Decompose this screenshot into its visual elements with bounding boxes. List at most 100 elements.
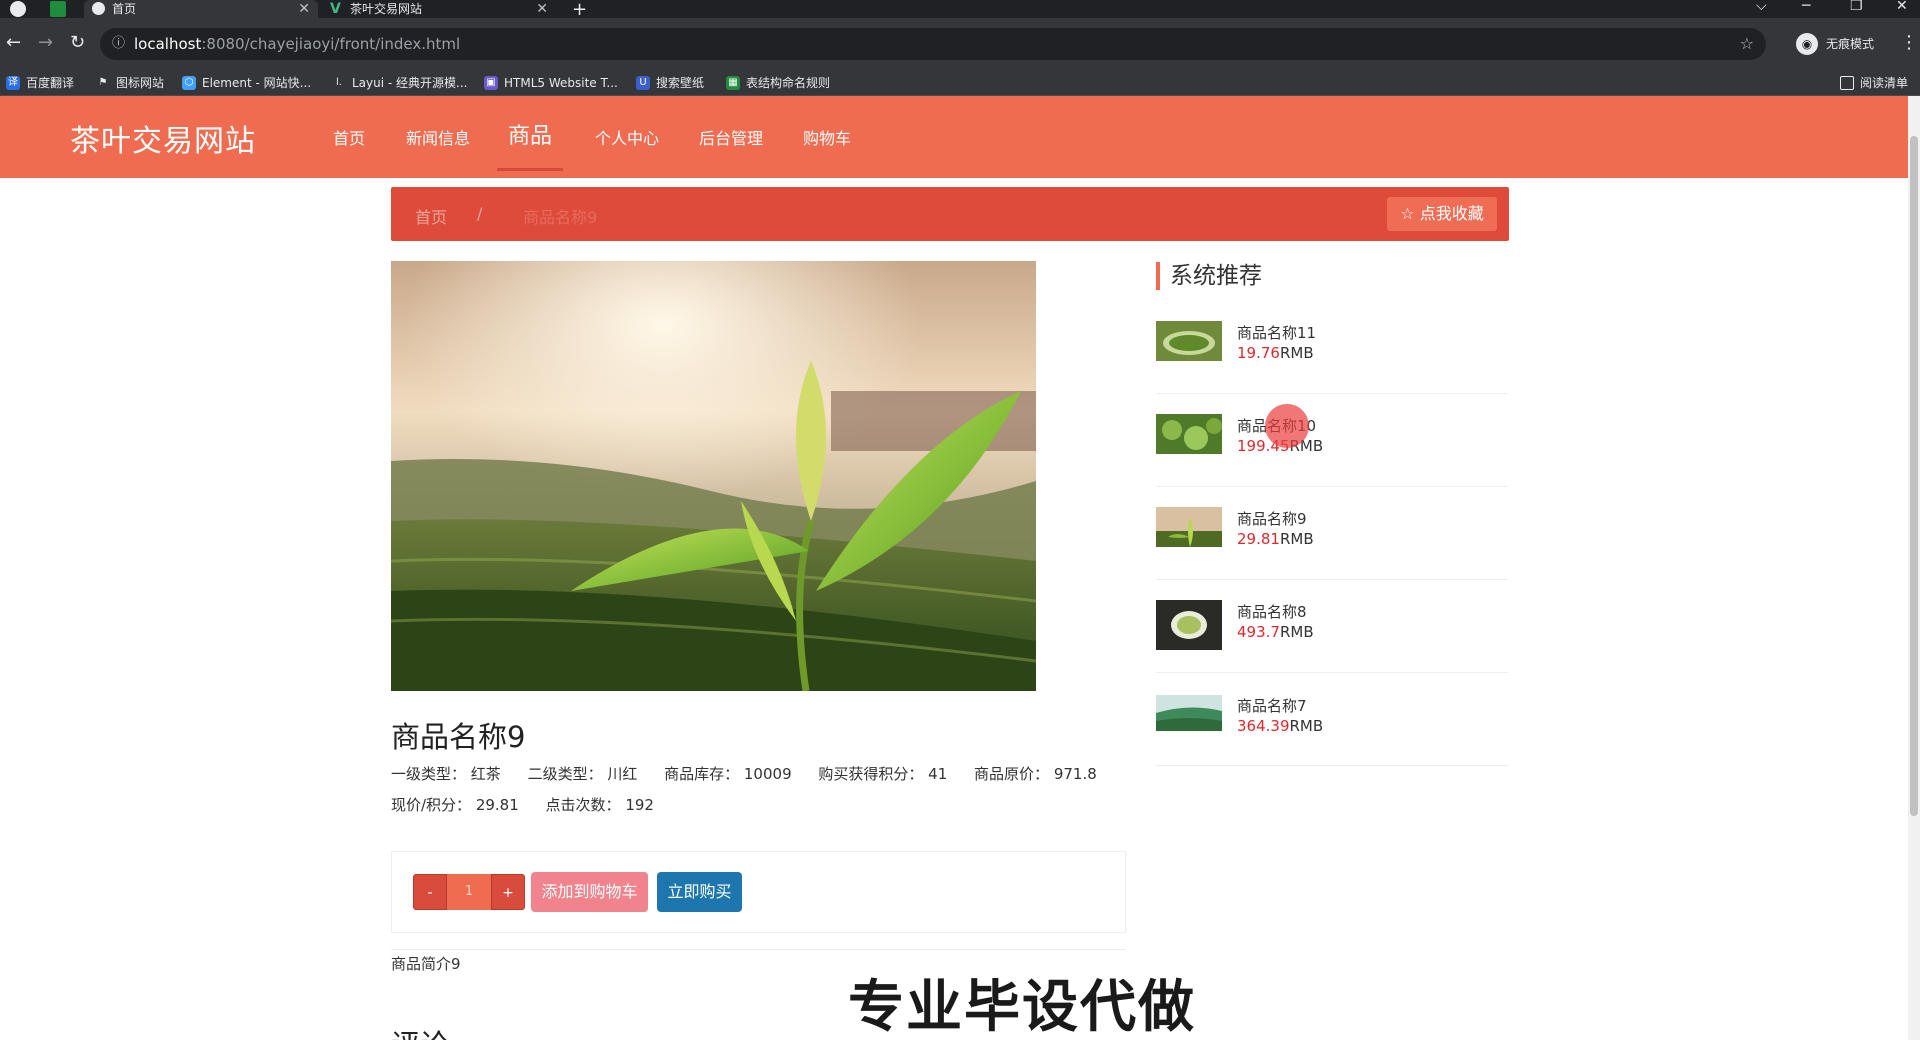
- product-title: 商品名称9: [391, 720, 526, 754]
- wallpaper-icon: U: [636, 76, 650, 90]
- info-icon[interactable]: ⓘ: [112, 28, 125, 60]
- tab-search-icon[interactable]: ⌵: [1756, 0, 1767, 14]
- tea-cup-thumb: [1156, 600, 1222, 650]
- sheet-icon: ▦: [726, 76, 740, 90]
- spec-original-price: 商品原价： 971.8: [974, 765, 1097, 783]
- tab-title: 首页: [112, 2, 137, 16]
- recommend-thumb[interactable]: [1156, 321, 1222, 361]
- site-logo[interactable]: 茶叶交易网站: [70, 116, 256, 160]
- incognito-indicator[interactable]: ◉ 无痕模式: [1796, 31, 1874, 57]
- recommend-price: 493.7RMB: [1237, 623, 1314, 641]
- address-bar-row: ← → ↻ ⓘ localhost:8080/chayejiaoyi/front…: [0, 18, 1920, 70]
- recommend-name[interactable]: 商品名称8: [1237, 601, 1307, 622]
- quantity-increase-button[interactable]: +: [491, 874, 525, 910]
- bookmark-layui[interactable]: l. Layui - 经典开源模...: [332, 74, 467, 92]
- restore-icon[interactable]: ❐: [1850, 0, 1863, 14]
- close-icon[interactable]: ✕: [536, 0, 548, 18]
- recommend-name[interactable]: 商品名称9: [1237, 508, 1307, 529]
- recommend-thumb[interactable]: [1156, 507, 1222, 547]
- recommend-item[interactable]: 商品名称9 29.81RMB: [1156, 487, 1508, 580]
- bookmark-html5[interactable]: ▣ HTML5 Website T...: [484, 74, 618, 92]
- product-intro: 商品简介9: [391, 955, 461, 973]
- recommend-thumb[interactable]: [1156, 695, 1222, 731]
- url-host: localhost: [134, 35, 202, 53]
- url-path: :8080/chayejiaoyi/front/index.html: [201, 35, 461, 53]
- recommend-price: 364.39RMB: [1237, 717, 1324, 735]
- forward-icon[interactable]: →: [38, 32, 53, 53]
- close-icon[interactable]: ✕: [298, 0, 310, 18]
- chrome-menu-icon[interactable]: [10, 1, 26, 17]
- browser-menu-icon[interactable]: ⋮: [1900, 32, 1918, 53]
- incognito-icon: ◉: [1796, 33, 1818, 55]
- url-input[interactable]: ⓘ localhost:8080/chayejiaoyi/front/index…: [100, 28, 1766, 60]
- bookmark-star-icon[interactable]: ☆: [1740, 28, 1754, 60]
- bookmark-icon-site[interactable]: ⚑ 图标网站: [96, 74, 165, 92]
- recommend-thumb[interactable]: [1156, 600, 1222, 650]
- breadcrumb-home[interactable]: 首页: [415, 204, 447, 228]
- product-specs-row-1: 一级类型： 红茶 二级类型： 川红 商品库存： 10009 购买获得积分： 41…: [391, 763, 1119, 784]
- buy-now-button[interactable]: 立即购买: [657, 872, 742, 912]
- cursor-highlight: [1265, 404, 1309, 448]
- product-specs-row-2: 现价/积分： 29.81 点击次数： 192: [391, 794, 676, 815]
- scrollbar-thumb[interactable]: [1910, 136, 1918, 816]
- site-header: 茶叶交易网站 首页 新闻信息 商品 个人中心 后台管理 购物车: [0, 96, 1908, 178]
- html5-icon: ▣: [484, 76, 498, 90]
- incognito-label: 无痕模式: [1826, 37, 1875, 51]
- recommend-price: 29.81RMB: [1237, 530, 1314, 548]
- flag-icon: ⚑: [98, 77, 108, 88]
- page-scrollbar[interactable]: [1908, 96, 1920, 1040]
- spec-category-2: 二级类型： 川红: [527, 765, 638, 783]
- reviews-heading: 评论: [391, 1022, 449, 1040]
- bookmark-baidu-translate[interactable]: 译百度翻译: [6, 74, 74, 92]
- bookmark-naming-rules[interactable]: ▦ 表结构命名规则: [726, 74, 830, 92]
- globe-icon: [92, 2, 105, 15]
- nav-admin[interactable]: 后台管理: [699, 125, 763, 149]
- tea-leaves-thumb: [1156, 414, 1222, 454]
- recommend-heading: 系统推荐: [1156, 262, 1262, 290]
- recommend-item[interactable]: 商品名称11 19.76RMB: [1156, 301, 1508, 394]
- tea-field-thumb: [1156, 695, 1222, 731]
- tab-home[interactable]: 首页 ✕: [84, 0, 318, 18]
- reading-list-icon: [1839, 76, 1854, 90]
- nav-news[interactable]: 新闻信息: [406, 125, 470, 149]
- watermark-text: 专业毕设代做: [848, 975, 1196, 1040]
- spec-points: 购买获得积分： 41: [818, 765, 948, 783]
- recommend-name[interactable]: 商品名称7: [1237, 695, 1307, 716]
- new-tab-button[interactable]: +: [572, 0, 587, 20]
- nav-home[interactable]: 首页: [333, 125, 365, 149]
- vue-icon: V: [330, 1, 341, 17]
- tab-title: 茶叶交易网站: [350, 2, 423, 16]
- recommend-item[interactable]: 商品名称7 364.39RMB: [1156, 673, 1508, 766]
- bookmark-element[interactable]: ⬡ Element - 网站快...: [182, 74, 311, 92]
- favorite-button[interactable]: ☆ 点我收藏: [1387, 197, 1497, 231]
- tea-sprout-illustration: [391, 261, 1036, 691]
- recommend-item[interactable]: 商品名称10 199.45RMB: [1156, 394, 1508, 487]
- quantity-input[interactable]: 1: [447, 874, 491, 910]
- sheets-tab-icon[interactable]: [50, 1, 66, 17]
- window-close-icon[interactable]: ✕: [1896, 0, 1908, 14]
- section-divider: [391, 949, 1126, 950]
- recommend-price: 19.76RMB: [1237, 344, 1314, 362]
- add-to-cart-button[interactable]: 添加到购物车: [531, 872, 648, 912]
- reload-icon[interactable]: ↻: [70, 32, 85, 53]
- minimize-icon[interactable]: ─: [1802, 0, 1810, 14]
- nav-profile[interactable]: 个人中心: [595, 125, 659, 149]
- breadcrumb: 首页 / 商品名称9 ☆ 点我收藏: [391, 187, 1509, 241]
- translate-icon: 译: [6, 76, 20, 90]
- back-icon[interactable]: ←: [6, 32, 21, 53]
- reading-list[interactable]: 阅读清单: [1839, 74, 1908, 92]
- element-icon: ⬡: [182, 76, 196, 90]
- bookmark-wallpaper[interactable]: U 搜索壁纸: [636, 74, 704, 92]
- nav-products[interactable]: 商品: [508, 118, 552, 150]
- nav-cart[interactable]: 购物车: [803, 125, 851, 149]
- browser-tab-bar: 首页 ✕ V 茶叶交易网站 ✕ + ⌵ ─ ❐ ✕: [0, 0, 1920, 20]
- recommend-item[interactable]: 商品名称8 493.7RMB: [1156, 580, 1508, 673]
- active-nav-underline: [497, 168, 563, 171]
- recommend-name[interactable]: 商品名称11: [1237, 322, 1316, 343]
- tea-bowl-thumb: [1156, 321, 1222, 361]
- spec-stock: 商品库存： 10009: [664, 765, 792, 783]
- tab-tea-site[interactable]: V 茶叶交易网站 ✕: [322, 0, 556, 18]
- quantity-decrease-button[interactable]: -: [413, 874, 447, 910]
- breadcrumb-current: 商品名称9: [523, 208, 598, 227]
- recommend-thumb[interactable]: [1156, 414, 1222, 454]
